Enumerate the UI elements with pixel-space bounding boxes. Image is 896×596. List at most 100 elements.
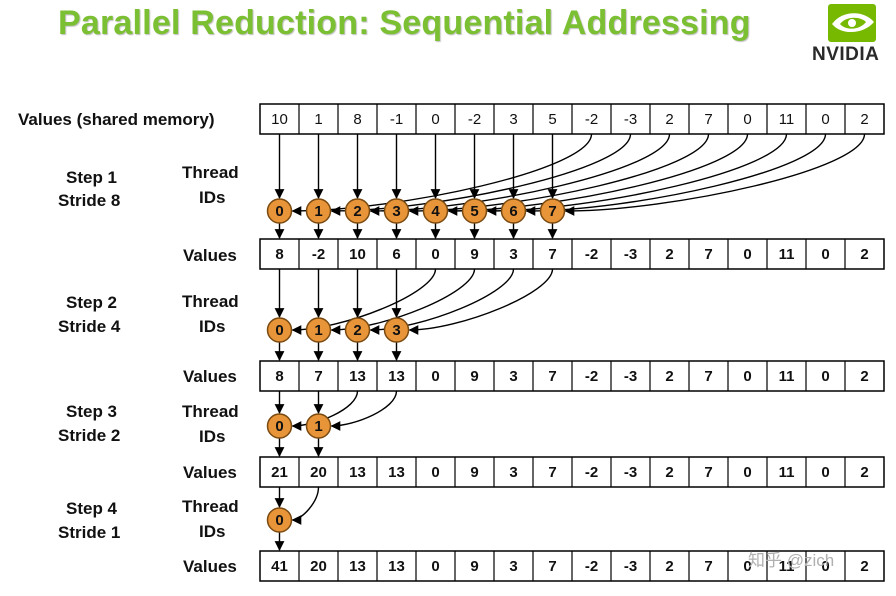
thread-id: 6: [509, 203, 517, 220]
thread-label-1: Thread: [182, 163, 239, 182]
thread-label-2: Thread: [182, 292, 239, 311]
thread-id: 1: [314, 418, 322, 435]
cell-value: 0: [431, 246, 439, 263]
thread-label-3: Thread: [182, 402, 239, 421]
cell-value: 9: [470, 464, 478, 481]
cell-value: 8: [275, 246, 283, 263]
cell-value: 11: [779, 111, 795, 128]
cell-value: 3: [509, 558, 517, 575]
thread-id: 2: [353, 322, 361, 339]
thread-id: 3: [392, 322, 400, 339]
cell-value: 7: [548, 464, 556, 481]
cell-value: 2: [860, 111, 868, 128]
cell-value: 7: [704, 246, 712, 263]
thread-id: 0: [275, 418, 283, 435]
thread-id: 5: [470, 203, 478, 220]
cell-value: 6: [392, 246, 400, 263]
values-label-4: Values: [183, 557, 237, 576]
cell-value: 9: [470, 246, 478, 263]
cell-value: 13: [388, 464, 405, 481]
cell-value: 7: [704, 464, 712, 481]
cell-value: 13: [349, 368, 366, 385]
cell-value: 7: [704, 558, 712, 575]
cell-value: 0: [821, 464, 829, 481]
ids-label-3: IDs: [199, 427, 225, 446]
values-label-1: Values: [183, 246, 237, 265]
cell-value: 0: [743, 111, 751, 128]
cell-value: -3: [624, 246, 637, 263]
cell-value: 0: [431, 368, 439, 385]
cell-value: 10: [349, 246, 366, 263]
cell-value: -3: [624, 368, 637, 385]
cell-value: -2: [312, 246, 325, 263]
arrow-curved: [330, 390, 398, 431]
cell-value: 9: [470, 558, 478, 575]
thread-id: 0: [275, 512, 283, 529]
stride-1-label: Stride 1: [58, 523, 120, 542]
cell-value: 0: [821, 246, 829, 263]
cell-value: 20: [310, 558, 327, 575]
cell-value: 7: [704, 111, 712, 128]
thread-label-4: Thread: [182, 497, 239, 516]
cell-value: 9: [470, 368, 478, 385]
cell-value: 0: [431, 464, 439, 481]
cell-value: -2: [585, 368, 598, 385]
cell-value: 0: [743, 368, 751, 385]
cell-value: 13: [388, 368, 405, 385]
cell-value: 2: [860, 558, 868, 575]
cell-value: 13: [349, 464, 366, 481]
values-shared-label: Values (shared memory): [18, 110, 215, 129]
cell-value: 2: [665, 111, 673, 128]
cell-value: 3: [509, 111, 517, 128]
cell-value: 3: [509, 464, 517, 481]
cell-value: -2: [585, 464, 598, 481]
cell-value: 2: [665, 368, 673, 385]
cell-value: 13: [349, 558, 366, 575]
thread-id: 3: [392, 203, 400, 220]
step-3-label: Step 3: [66, 402, 117, 421]
diagram-content: 10 1 8 -1 0 -2 3 5 -2 -3 2 7 0 11 0 28 -2 10 6 0 9 3 7 -2 -3 2 7 0 1…: [259, 103, 885, 582]
step-4-label: Step 4: [66, 499, 118, 518]
cell-value: 2: [860, 246, 868, 263]
cell-value: -2: [585, 246, 598, 263]
thread-id: 2: [353, 203, 361, 220]
cell-value: 7: [548, 368, 556, 385]
cell-value: 2: [665, 558, 673, 575]
cell-value: 20: [310, 464, 327, 481]
ids-label-4: IDs: [199, 522, 225, 541]
cell-value: 11: [779, 368, 795, 385]
cell-value: 8: [353, 111, 361, 128]
ids-label-1: IDs: [199, 188, 225, 207]
cell-value: 7: [314, 368, 322, 385]
cell-value: -2: [585, 558, 598, 575]
arrow-curved: [291, 133, 593, 216]
thread-id: 4: [431, 203, 440, 220]
cell-value: 7: [548, 246, 556, 263]
stride-4-label: Stride 4: [58, 317, 121, 336]
thread-id: 7: [548, 203, 556, 220]
cell-value: 3: [509, 246, 517, 263]
cell-value: 7: [704, 368, 712, 385]
step-1-label: Step 1: [66, 168, 117, 187]
arrow-curved: [291, 486, 320, 525]
cell-value: 0: [431, 558, 439, 575]
step-2-label: Step 2: [66, 293, 117, 312]
cell-value: 41: [271, 558, 288, 575]
cell-value: 3: [509, 368, 517, 385]
cell-value: 0: [431, 111, 439, 128]
thread-id: 0: [275, 203, 283, 220]
ids-label-2: IDs: [199, 317, 225, 336]
values-label-3: Values: [183, 463, 237, 482]
cell-value: 0: [743, 464, 751, 481]
cell-value: 5: [548, 111, 556, 128]
cell-value: 21: [271, 464, 288, 481]
thread-id: 1: [314, 203, 322, 220]
watermark: 知乎 @zich: [748, 551, 835, 570]
cell-value: 0: [743, 246, 751, 263]
cell-value: 0: [821, 368, 829, 385]
cell-value: -3: [624, 111, 637, 128]
stride-2-label: Stride 2: [58, 426, 120, 445]
cell-value: 11: [779, 246, 795, 263]
cell-value: 2: [665, 246, 673, 263]
cell-value: 1: [314, 111, 322, 128]
